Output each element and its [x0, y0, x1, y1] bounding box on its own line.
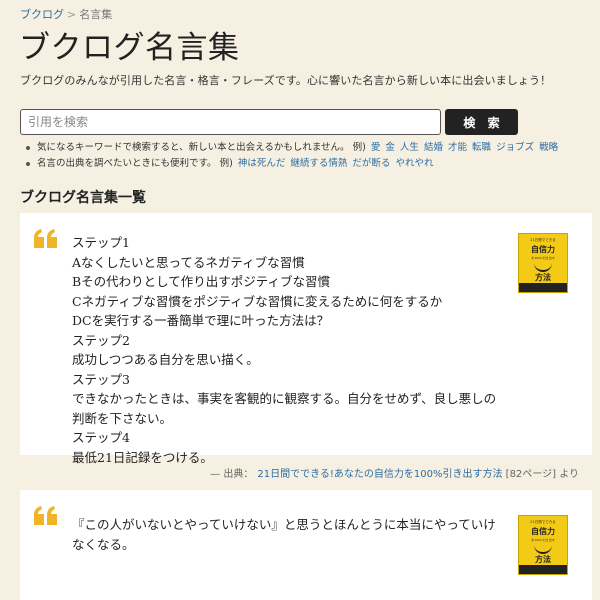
quote-card: ステップ1 Aなくしたいと思ってるネガティブな習慣 Bその代わりとして作り出すポ… — [20, 213, 592, 465]
cover-method: 方法 — [535, 273, 551, 282]
keyword-link[interactable]: ジョブズ — [496, 142, 534, 153]
search-tips: 気になるキーワードで検索すると、新しい本と出会えるかもしれません。 例) 愛 金… — [26, 140, 558, 172]
quote-icon — [34, 506, 57, 525]
keyword-link[interactable]: 転職 — [472, 142, 491, 153]
quote-line: 成功しつつある自分を思い描く。 — [72, 352, 259, 367]
quote-line: ステップ4 — [72, 430, 130, 445]
cover-top-text: 21日間でできる — [530, 520, 556, 524]
keyword-link[interactable]: だが断る — [352, 158, 390, 169]
cover-bottom-band — [519, 283, 567, 292]
tip-item: 気になるキーワードで検索すると、新しい本と出会えるかもしれません。 例) 愛 金… — [26, 140, 558, 156]
quote-line: Cネガティブな習慣をポジティブな習慣に変えるために何をするか — [72, 293, 443, 309]
cover-top-text: 21日間でできる — [530, 238, 556, 242]
quote-text: 『この人がいないとやっていけない』と思うとほんとうに本当にやっていけ なくなる。 — [72, 515, 496, 554]
cover-sub-text: を100%引き出す — [531, 256, 555, 260]
breadcrumb-separator: > — [67, 8, 77, 21]
source-page: [82ページ] — [505, 469, 556, 480]
source-prefix: — 出典： — [210, 469, 254, 480]
quote-icon — [34, 229, 57, 248]
bullet-icon — [26, 146, 30, 150]
quote-line: Bその代わりとして作り出すポジティブな習慣 — [72, 274, 331, 289]
quote-line: DCを実行する一番簡単で理に叶った方法は？ — [72, 313, 330, 328]
keyword-link[interactable]: 結婚 — [424, 142, 443, 153]
breadcrumb-current: 名言集 — [79, 8, 113, 21]
search-form: 検 索 — [20, 109, 520, 135]
keyword-link[interactable]: 継続する情熱 — [290, 158, 347, 169]
source-suffix: より — [559, 469, 579, 480]
tip-text: 気になるキーワードで検索すると、新しい本と出会えるかもしれません。 例) — [37, 142, 366, 153]
cover-title: 自信力 — [531, 245, 555, 254]
cover-method: 方法 — [535, 555, 551, 564]
smile-icon — [534, 261, 552, 272]
source-book-link[interactable]: 21日間でできる!あなたの自信力を100%引き出す方法 — [257, 469, 502, 480]
section-title: ブクログ名言集一覧 — [20, 190, 146, 206]
quote-text: ステップ1 Aなくしたいと思ってるネガティブな習慣 Bその代わりとして作り出すポ… — [72, 233, 497, 467]
cover-bottom-band — [519, 565, 567, 574]
quote-card: 『この人がいないとやっていけない』と思うとほんとうに本当にやっていけ なくなる。… — [20, 490, 592, 600]
tip-text: 名言の出典を調べたいときにも便利です。 例) — [37, 158, 233, 169]
keyword-link[interactable]: 金 — [385, 142, 395, 153]
breadcrumb: ブクログ > 名言集 — [20, 6, 112, 22]
quote-line: 『この人がいないとやっていけない』と思うとほんとうに本当にやっていけ — [72, 517, 496, 532]
quote-line: 判断を下さない。 — [72, 410, 173, 426]
quote-line: なくなる。 — [72, 536, 135, 552]
quote-line: ステップ3 — [72, 371, 130, 387]
smile-icon — [534, 543, 552, 554]
search-input[interactable] — [20, 109, 441, 135]
keyword-link[interactable]: 愛 — [371, 142, 381, 153]
cover-sub-text: を100%引き出す — [531, 538, 555, 542]
breadcrumb-home-link[interactable]: ブクログ — [20, 8, 64, 21]
tip-item: 名言の出典を調べたいときにも便利です。 例) 神は死んだ 継続する情熱 だが断る… — [26, 156, 558, 172]
book-cover-image[interactable]: 21日間でできる 自信力 を100%引き出す 方法 — [518, 233, 568, 293]
book-cover-image[interactable]: 21日間でできる 自信力 を100%引き出す 方法 — [518, 515, 568, 575]
keyword-link[interactable]: 戦略 — [539, 142, 558, 153]
keyword-link[interactable]: 人生 — [400, 142, 419, 153]
keyword-link[interactable]: 才能 — [448, 142, 467, 153]
page-title: ブクログ名言集 — [19, 30, 240, 66]
quote-line: Aなくしたいと思ってるネガティブな習慣 — [72, 254, 305, 270]
page-description: ブクログのみんなが引用した名言・格言・フレーズです。心に響いた名言から新しい本に… — [20, 74, 552, 87]
search-button[interactable]: 検 索 — [445, 109, 518, 135]
cover-title: 自信力 — [531, 527, 555, 536]
keyword-link[interactable]: やれやれ — [395, 158, 433, 169]
keyword-link[interactable]: 神は死んだ — [238, 158, 286, 169]
quote-line: ステップ2 — [72, 332, 130, 348]
bullet-icon — [26, 162, 30, 166]
quote-line: できなかったときは、事実を客観的に観察する。自分をせめず、良し悪しの — [72, 391, 497, 406]
quote-source: — 出典： 21日間でできる!あなたの自信力を100%引き出す方法 [82ページ]… — [210, 465, 579, 480]
quote-line: ステップ1 — [72, 235, 130, 250]
